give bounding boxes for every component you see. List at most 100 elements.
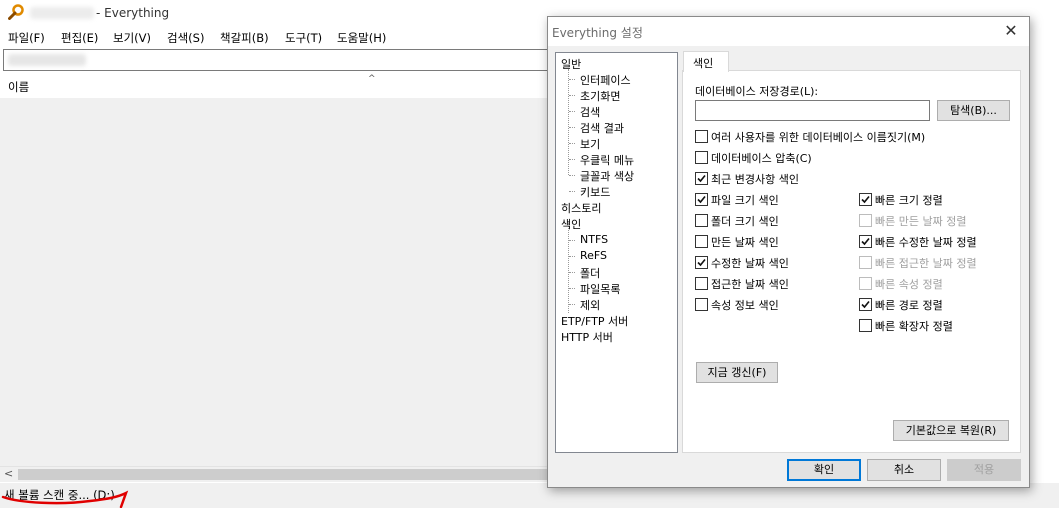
checkbox[interactable] xyxy=(859,319,872,332)
checkbox-label[interactable]: 빠른 경로 정렬 xyxy=(875,297,943,313)
tree-connector xyxy=(569,143,575,144)
tree-item[interactable]: ReFS xyxy=(580,249,607,262)
window-title: - Everything xyxy=(96,6,170,20)
checkmark-icon xyxy=(861,237,870,246)
dialog-title: Everything 설정 xyxy=(552,26,643,40)
ok-button[interactable]: 확인 xyxy=(787,459,861,481)
tree-item[interactable]: HTTP 서버 xyxy=(561,329,613,345)
tree-item[interactable]: 인터페이스 xyxy=(580,72,631,88)
menu-file[interactable]: 파일(F) xyxy=(8,30,45,46)
checkbox[interactable] xyxy=(695,172,708,185)
index-settings-panel: 데이터베이스 저장경로(L): 탐색(B)... 여러 사용자를 위한 데이터베… xyxy=(682,70,1021,453)
tree-item[interactable]: 파일목록 xyxy=(580,281,620,297)
checkbox-label[interactable]: 수정한 날짜 색인 xyxy=(711,255,789,271)
settings-dialog: Everything 설정 ✕ 일반 인터페이스 초기화면 검색 검색 결과 보기 우클릭 … xyxy=(547,16,1030,488)
checkbox-label[interactable]: 빠른 확장자 정렬 xyxy=(875,318,953,334)
checkmark-icon xyxy=(861,300,870,309)
results-list[interactable] xyxy=(0,98,548,466)
checkbox[interactable] xyxy=(859,193,872,206)
checkbox[interactable] xyxy=(859,235,872,248)
tree-connector xyxy=(568,223,569,313)
checkbox-label[interactable]: 접근한 날짜 색인 xyxy=(711,276,789,292)
tab-index-label: 색인 xyxy=(693,57,714,70)
tree-connector xyxy=(569,256,575,257)
tree-connector xyxy=(569,288,575,289)
tree-connector xyxy=(569,127,575,128)
tree-connector xyxy=(569,191,575,192)
close-icon[interactable]: ✕ xyxy=(1001,21,1021,40)
tree-connector xyxy=(569,304,575,305)
menu-view[interactable]: 보기(V) xyxy=(113,30,151,46)
sort-ascending-icon: ^ xyxy=(368,74,376,84)
tree-connector xyxy=(569,79,575,80)
browse-button[interactable]: 탐색(B)... xyxy=(937,100,1010,121)
checkbox[interactable] xyxy=(859,214,872,227)
checkbox-label[interactable]: 만든 날짜 색인 xyxy=(711,234,779,250)
checkbox-label[interactable]: 데이터베이스 압축(C) xyxy=(711,150,812,166)
restore-defaults-button[interactable]: 기본값으로 복원(R) xyxy=(893,420,1009,441)
checkbox-label[interactable]: 여러 사용자를 위한 데이터베이스 이름짓기(M) xyxy=(711,129,925,145)
checkbox-label[interactable]: 속성 정보 색인 xyxy=(711,297,779,313)
search-input[interactable] xyxy=(3,49,549,71)
checkbox[interactable] xyxy=(695,298,708,311)
tree-item[interactable]: 제외 xyxy=(580,297,600,313)
refresh-now-button[interactable]: 지금 갱신(F) xyxy=(696,362,778,383)
tree-connector xyxy=(569,240,575,241)
db-path-input[interactable] xyxy=(695,100,930,121)
tree-item[interactable]: 보기 xyxy=(580,136,600,152)
menu-help[interactable]: 도움말(H) xyxy=(337,30,386,46)
checkbox-label[interactable]: 최근 변경사항 색인 xyxy=(711,171,799,187)
tree-item[interactable]: 초기화면 xyxy=(580,88,620,104)
tree-item[interactable]: 검색 결과 xyxy=(580,120,624,136)
checkmark-icon xyxy=(697,174,706,183)
tab-index[interactable]: 색인 xyxy=(683,51,729,72)
menu-edit[interactable]: 편집(E) xyxy=(61,30,98,46)
tree-item[interactable]: 폴더 xyxy=(580,265,600,281)
menu-bookmarks[interactable]: 책갈피(B) xyxy=(220,30,269,46)
checkbox[interactable] xyxy=(695,214,708,227)
column-name-header[interactable]: 이름 xyxy=(8,79,29,95)
tree-item[interactable]: 색인 xyxy=(561,216,581,232)
tree-connector xyxy=(569,272,575,273)
menu-bar: 파일(F) 편집(E) 보기(V) 검색(S) 책갈피(B) 도구(T) 도움말… xyxy=(0,27,546,47)
checkbox[interactable] xyxy=(695,130,708,143)
scrollbar-thumb[interactable] xyxy=(18,469,548,480)
menu-search[interactable]: 검색(S) xyxy=(167,30,204,46)
tree-item[interactable]: 일반 xyxy=(561,56,581,72)
cancel-button[interactable]: 취소 xyxy=(867,459,941,481)
checkbox-label[interactable]: 빠른 만든 날짜 정렬 xyxy=(875,213,966,229)
checkbox-label[interactable]: 빠른 접근한 날짜 정렬 xyxy=(875,255,977,271)
tree-connector xyxy=(569,111,575,112)
tree-item[interactable]: 히스토리 xyxy=(561,200,601,216)
tree-connector xyxy=(569,175,575,176)
tree-connector xyxy=(569,95,575,96)
checkbox-label[interactable]: 빠른 크기 정렬 xyxy=(875,192,943,208)
tree-item[interactable]: 키보드 xyxy=(580,184,610,200)
checkbox[interactable] xyxy=(859,256,872,269)
settings-tree: 일반 인터페이스 초기화면 검색 검색 결과 보기 우클릭 메뉴 글꼴과 색상 키보드 히스토리 색… xyxy=(555,52,678,453)
checkbox[interactable] xyxy=(695,235,708,248)
checkbox-label[interactable]: 폴더 크기 색인 xyxy=(711,213,779,229)
tree-item[interactable]: ETP/FTP 서버 xyxy=(561,313,628,329)
status-text: 새 볼륨 스캔 중... (D:) xyxy=(4,488,115,502)
horizontal-scrollbar[interactable]: < xyxy=(0,466,548,482)
checkbox[interactable] xyxy=(695,151,708,164)
checkbox-label[interactable]: 빠른 속성 정렬 xyxy=(875,276,943,292)
checkmark-icon xyxy=(697,258,706,267)
checkmark-icon xyxy=(697,195,706,204)
checkbox[interactable] xyxy=(695,256,708,269)
checkbox-label[interactable]: 파일 크기 색인 xyxy=(711,192,779,208)
tree-item[interactable]: NTFS xyxy=(580,233,608,246)
tree-item[interactable]: 우클릭 메뉴 xyxy=(580,152,634,168)
tree-item[interactable]: 검색 xyxy=(580,104,600,120)
checkbox[interactable] xyxy=(695,193,708,206)
apply-button[interactable]: 적용 xyxy=(947,459,1021,481)
dialog-titlebar: Everything 설정 ✕ xyxy=(548,17,1029,46)
checkbox[interactable] xyxy=(859,298,872,311)
checkbox[interactable] xyxy=(695,277,708,290)
menu-tools[interactable]: 도구(T) xyxy=(285,30,322,46)
checkbox[interactable] xyxy=(859,277,872,290)
tree-item[interactable]: 글꼴과 색상 xyxy=(580,168,634,184)
scroll-left-icon[interactable]: < xyxy=(4,467,13,480)
checkbox-label[interactable]: 빠른 수정한 날짜 정렬 xyxy=(875,234,977,250)
